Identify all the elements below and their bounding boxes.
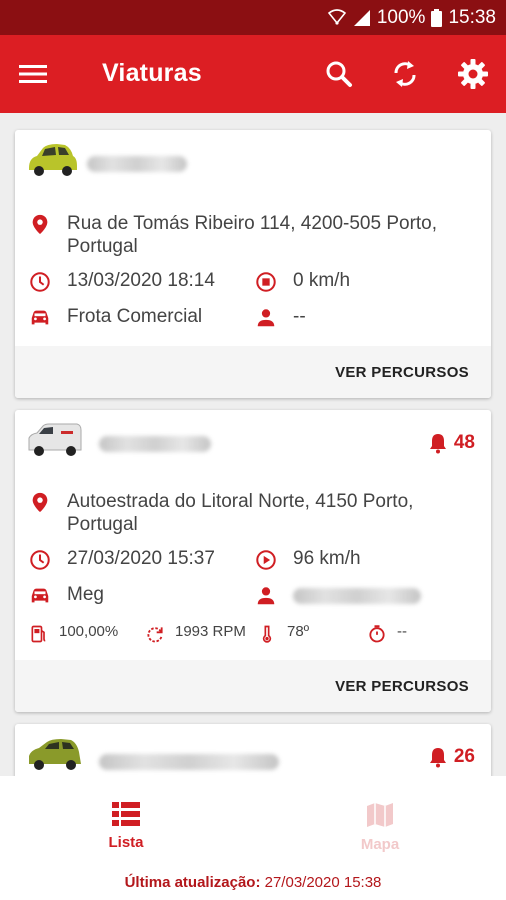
location-row: Autoestrada do Litoral Norte, 4150 Porto…	[29, 490, 413, 536]
battery-icon	[431, 8, 443, 27]
plate-redacted	[99, 754, 279, 770]
address-line-2: Portugal	[67, 514, 138, 535]
datetime: 27/03/2020 15:37	[67, 548, 215, 569]
map-icon	[367, 803, 393, 827]
alarm-count-value: 26	[453, 746, 475, 767]
address-line-1: Autoestrada do Litoral Norte, 4150 Porto…	[67, 491, 414, 512]
location-icon	[32, 214, 48, 235]
fleet-group: Meg	[67, 584, 104, 605]
plate-redacted	[99, 436, 211, 452]
van-icon	[25, 420, 82, 460]
vehicle-list: Rua de Tomás Ribeiro 114, 4200-505 Porto…	[0, 113, 506, 776]
temperature: 78º	[287, 623, 310, 640]
wifi-icon	[327, 8, 347, 27]
app-bar: Viaturas	[0, 35, 506, 113]
fuel-icon	[31, 625, 46, 643]
driver: --	[293, 306, 306, 327]
vehicle-card[interactable]: 26	[15, 724, 491, 776]
clock: 15:38	[448, 6, 496, 28]
fuel-row: 100,00%	[29, 623, 118, 644]
stop-icon	[256, 272, 276, 292]
speed: 96 km/h	[293, 548, 361, 569]
location-icon	[32, 492, 48, 513]
car-front-icon	[31, 588, 49, 603]
thermometer-icon	[262, 625, 272, 643]
speed-row: 96 km/h	[255, 548, 361, 571]
speed: 0 km/h	[293, 270, 351, 291]
card-footer: VER PERCURSOS	[15, 660, 491, 712]
driver-redacted	[293, 588, 421, 604]
person-icon	[257, 309, 275, 327]
signal-icon	[353, 9, 371, 27]
address-line-1: Rua de Tomás Ribeiro 114, 4200-505 Porto…	[67, 213, 438, 234]
driver-row	[255, 584, 421, 607]
rpm-icon	[147, 627, 163, 643]
search-icon[interactable]	[322, 57, 356, 91]
car-icon	[25, 734, 81, 774]
fleet-group: Frota Comercial	[67, 306, 203, 327]
list-icon	[112, 802, 140, 826]
address-line-2: Portugal	[67, 236, 138, 257]
timer: --	[397, 623, 407, 640]
group-row: Frota Comercial	[29, 306, 202, 329]
alarm-count[interactable]: 48	[428, 432, 475, 454]
page-title: Viaturas	[102, 59, 202, 87]
view-routes-button[interactable]: VER PERCURSOS	[335, 678, 469, 695]
person-icon	[257, 587, 275, 605]
bell-icon	[429, 434, 446, 454]
clock-icon	[30, 550, 50, 570]
rpm-row: 1993 RPM	[145, 623, 246, 644]
time-row: 27/03/2020 15:37	[29, 548, 215, 571]
tab-map-label: Mapa	[360, 836, 400, 853]
menu-icon[interactable]	[18, 59, 48, 89]
last-update-value: 27/03/2020 15:38	[264, 874, 382, 891]
driver-row: --	[255, 306, 306, 329]
bottom-nav: Lista Mapa Última atualização: 27/03/202…	[0, 776, 506, 900]
plate-redacted	[87, 156, 187, 172]
rpm: 1993 RPM	[175, 623, 246, 640]
refresh-icon[interactable]	[388, 57, 422, 91]
settings-icon[interactable]	[456, 57, 490, 91]
location-row: Rua de Tomás Ribeiro 114, 4200-505 Porto…	[29, 212, 437, 258]
vehicle-card[interactable]: 48 Autoestrada do Litoral Norte, 4150 Po…	[15, 410, 491, 712]
last-update: Última atualização: 27/03/2020 15:38	[0, 874, 506, 891]
temperature-row: 78º	[257, 623, 309, 644]
timer-row: --	[367, 623, 407, 644]
play-icon	[256, 550, 276, 570]
vehicle-card[interactable]: Rua de Tomás Ribeiro 114, 4200-505 Porto…	[15, 130, 491, 398]
status-bar: 100% 15:38	[0, 0, 506, 35]
view-routes-button[interactable]: VER PERCURSOS	[335, 364, 469, 381]
last-update-label: Última atualização:	[124, 874, 261, 891]
card-footer: VER PERCURSOS	[15, 346, 491, 398]
group-row: Meg	[29, 584, 104, 607]
stopwatch-icon	[369, 625, 385, 643]
alarm-count-value: 48	[453, 432, 475, 453]
clock-icon	[30, 272, 50, 292]
time-row: 13/03/2020 18:14	[29, 270, 215, 293]
fuel-level: 100,00%	[59, 623, 119, 640]
speed-row: 0 km/h	[255, 270, 350, 293]
tab-map[interactable]: Mapa	[320, 802, 440, 853]
tab-list[interactable]: Lista	[66, 802, 186, 851]
battery-percent: 100%	[376, 6, 426, 28]
tab-list-label: Lista	[108, 834, 144, 851]
alarm-count[interactable]: 26	[428, 746, 475, 768]
car-front-icon	[31, 310, 49, 325]
bell-icon	[429, 748, 446, 768]
car-icon	[25, 140, 79, 180]
datetime: 13/03/2020 18:14	[67, 270, 215, 291]
